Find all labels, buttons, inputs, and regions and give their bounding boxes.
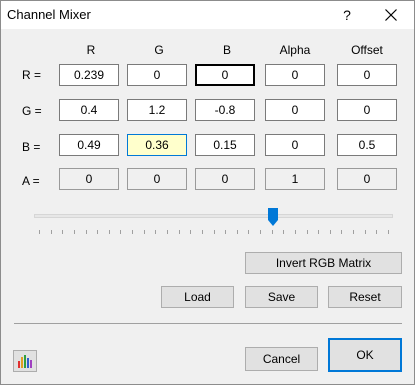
slider-tick: [50, 230, 52, 234]
slider-tick: [388, 230, 389, 234]
slider-tick: [236, 230, 238, 234]
slider-tick: [248, 230, 250, 234]
ok-button[interactable]: OK: [328, 338, 402, 372]
save-button[interactable]: Save: [245, 286, 318, 308]
column-header-offset: Offset: [351, 43, 383, 57]
slider-tick: [97, 230, 99, 234]
slider-tick: [329, 230, 331, 234]
invert-rgb-matrix-button[interactable]: Invert RGB Matrix: [245, 252, 402, 274]
slider-tick: [190, 230, 192, 234]
matrix-cell-g-alpha[interactable]: 0: [265, 99, 325, 121]
slider-tick: [376, 230, 378, 234]
matrix-cell-g-offset[interactable]: 0: [337, 99, 397, 121]
slider-tick: [62, 230, 64, 234]
matrix-cell-a-offset: 0: [337, 168, 397, 190]
slider-tick: [85, 230, 87, 234]
slider-tick: [178, 230, 180, 234]
matrix-cell-r-offset[interactable]: 0: [337, 64, 397, 86]
slider-tick: [213, 230, 215, 234]
matrix-cell-g-g[interactable]: 1.2: [127, 99, 187, 121]
slider-tick: [260, 230, 262, 234]
slider-tick: [120, 230, 122, 234]
slider-tick: [341, 230, 343, 234]
slider-tick: [306, 230, 308, 234]
separator: [14, 323, 402, 324]
matrix-cell-a-r: 0: [59, 168, 119, 190]
close-button[interactable]: [371, 1, 411, 29]
slider-tick: [201, 230, 203, 234]
mix-slider-track[interactable]: [34, 214, 393, 218]
column-header-b: B: [222, 43, 231, 57]
slider-tick: [143, 230, 145, 234]
column-header-alpha: Alpha: [279, 43, 311, 57]
matrix-cell-r-r[interactable]: 0.239: [59, 64, 119, 86]
row-header-b: B =: [22, 140, 41, 154]
slider-tick: [271, 230, 273, 234]
slider-tick: [73, 230, 75, 234]
cancel-button[interactable]: Cancel: [245, 347, 318, 371]
slider-tick: [132, 230, 134, 234]
load-button[interactable]: Load: [161, 286, 234, 308]
column-header-r: R: [86, 43, 96, 57]
matrix-cell-g-r[interactable]: 0.4: [59, 99, 119, 121]
matrix-cell-b-g[interactable]: 0.36: [127, 134, 187, 156]
color-bars-icon[interactable]: [13, 350, 37, 372]
matrix-cell-g-b[interactable]: -0.8: [195, 99, 255, 121]
title-bar: Channel Mixer ?: [1, 1, 414, 29]
slider-tick: [318, 230, 320, 234]
column-header-g: G: [154, 43, 164, 57]
reset-button[interactable]: Reset: [328, 286, 402, 308]
row-header-r: R =: [22, 68, 42, 82]
close-icon: [385, 9, 397, 21]
slider-tick: [39, 230, 40, 234]
slider-tick: [353, 230, 355, 234]
slider-tick: [283, 230, 285, 234]
matrix-cell-r-g[interactable]: 0: [127, 64, 187, 86]
matrix-cell-r-alpha[interactable]: 0: [265, 64, 325, 86]
row-header-a: A =: [22, 174, 40, 188]
matrix-cell-b-r[interactable]: 0.49: [59, 134, 119, 156]
matrix-cell-b-b[interactable]: 0.15: [195, 134, 255, 156]
matrix-cell-b-alpha[interactable]: 0: [265, 134, 325, 156]
slider-tick: [225, 230, 227, 234]
matrix-cell-a-alpha: 1: [265, 168, 325, 190]
window-title: Channel Mixer: [7, 7, 91, 22]
slider-tick: [166, 230, 168, 234]
row-header-g: G =: [22, 104, 42, 118]
channel-mixer-dialog: Channel Mixer ? R G B Alpha Offset R = G…: [0, 0, 415, 385]
matrix-cell-r-b[interactable]: 0: [195, 64, 255, 86]
slider-tick: [108, 230, 110, 234]
slider-tick: [155, 230, 157, 234]
slider-tick: [364, 230, 366, 234]
mix-slider-thumb[interactable]: [267, 208, 278, 226]
matrix-cell-a-g: 0: [127, 168, 187, 190]
slider-tick: [294, 230, 296, 234]
help-button[interactable]: ?: [332, 1, 362, 29]
matrix-cell-a-b: 0: [195, 168, 255, 190]
matrix-cell-b-offset[interactable]: 0.5: [337, 134, 397, 156]
